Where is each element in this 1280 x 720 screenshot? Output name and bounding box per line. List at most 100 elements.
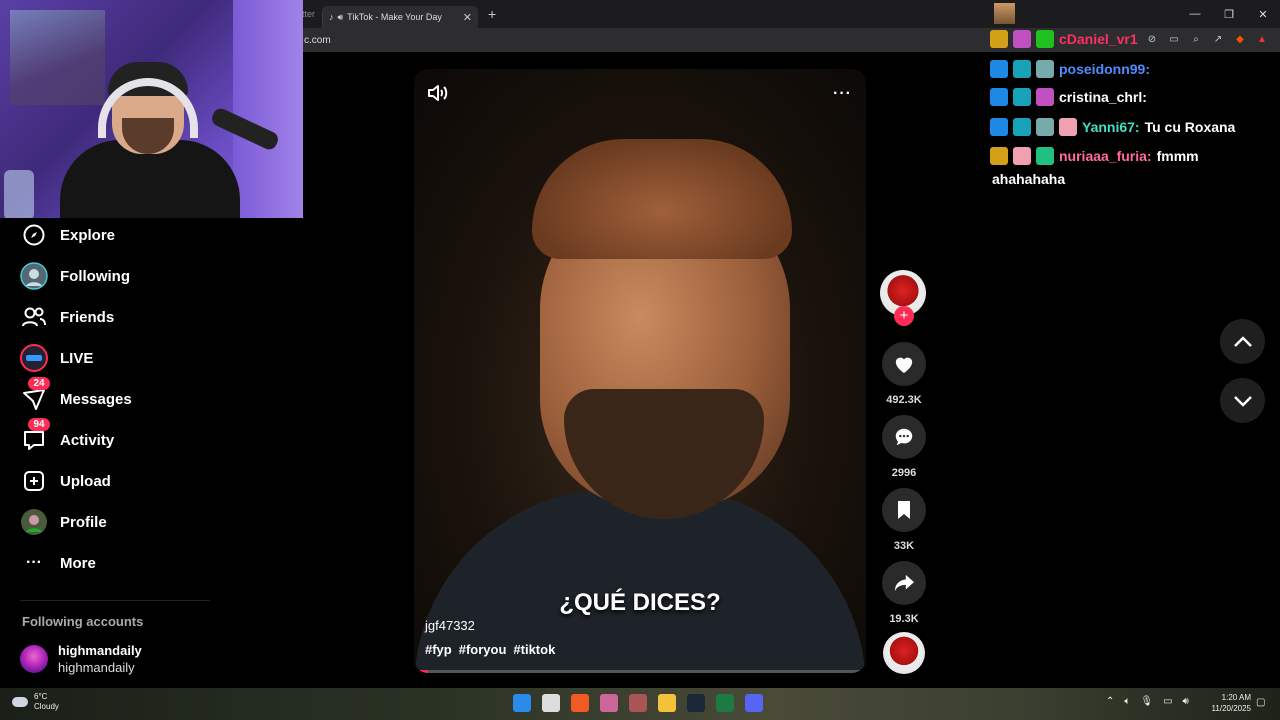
sidebar-item-messages[interactable]: 24 Messages	[20, 377, 132, 414]
user-badge-icon	[1036, 88, 1054, 106]
video-progress-bar[interactable]	[414, 670, 866, 673]
brave-shield-icon[interactable]: ◆	[1233, 32, 1247, 46]
no-tracking-icon[interactable]: ⊘	[1145, 32, 1159, 46]
url-text[interactable]: c.com	[304, 35, 331, 46]
share-icon	[894, 574, 914, 592]
windows-start-icon[interactable]	[513, 694, 531, 712]
tiktok-tab-icon: ♪	[329, 12, 334, 22]
sidebar-item-label: Profile	[60, 513, 107, 531]
sidebar-item-label: Messages	[60, 390, 132, 408]
clock[interactable]: 1:20 AM 11/20/2025	[1207, 692, 1251, 714]
chat-message: nuriaaa_furia: fmmm	[990, 147, 1199, 165]
speaker-icon[interactable]: 🔊︎	[1183, 696, 1189, 707]
video-author[interactable]: jgf47332	[425, 618, 475, 633]
tab-bar: itter ♪ 🔊︎ TikTok - Make Your Day ✕ + — …	[300, 0, 1280, 28]
sidebar-item-activity[interactable]: 94 Activity	[20, 418, 115, 455]
weather-temp: 6°C	[34, 692, 48, 701]
app-icon[interactable]	[629, 694, 647, 712]
sidebar-item-friends[interactable]: Friends	[20, 302, 114, 332]
avatar-icon	[20, 508, 48, 536]
user-badge-icon	[1013, 147, 1031, 165]
close-window-icon[interactable]: ✕	[1246, 0, 1280, 28]
brave-rewards-icon[interactable]: ▲	[1255, 32, 1269, 46]
follow-button[interactable]: +	[894, 306, 914, 326]
sidebar-item-explore[interactable]: Explore	[20, 220, 115, 250]
sidebar-item-more[interactable]: ··· More	[20, 548, 96, 578]
hashtag-link[interactable]: #tiktok	[513, 642, 555, 657]
hammer-badge-icon	[990, 60, 1008, 78]
audio-tab-icon[interactable]: 🔊︎	[338, 12, 344, 23]
chat-username: poseidonn99:	[1059, 61, 1151, 77]
account-username: highmandaily	[58, 643, 142, 658]
file-explorer-icon[interactable]	[658, 694, 676, 712]
bg-badge-icon	[1013, 118, 1031, 136]
sidebar-item-following[interactable]: Following	[20, 261, 130, 291]
messages-badge: 24	[28, 377, 50, 390]
minimize-icon[interactable]: —	[1178, 0, 1212, 28]
next-video-button[interactable]	[1220, 378, 1265, 423]
brave-browser-icon[interactable]	[571, 694, 589, 712]
sidebar-item-label: Activity	[60, 431, 115, 449]
steam-icon[interactable]	[687, 694, 705, 712]
sidebar-item-live[interactable]: LIVE	[20, 343, 93, 373]
save-button[interactable]	[882, 488, 926, 532]
heart-icon	[895, 357, 913, 374]
chat-text: fmmm	[1156, 148, 1199, 164]
video-progress-fill	[414, 670, 428, 673]
zoom-icon[interactable]: ⌕	[1189, 32, 1203, 46]
previous-video-button[interactable]	[1220, 319, 1265, 364]
excel-icon[interactable]	[716, 694, 734, 712]
bg-badge-icon	[1013, 88, 1031, 106]
account-name: highmandaily	[58, 660, 135, 675]
weather-widget[interactable]: 6°C Cloudy	[12, 692, 59, 712]
restore-icon[interactable]: ❐	[1212, 0, 1246, 28]
screen: itter ♪ 🔊︎ TikTok - Make Your Day ✕ + — …	[0, 0, 1280, 720]
microphone-icon[interactable]: 🎙︎	[1140, 696, 1153, 707]
notification-icon[interactable]: ▢	[1256, 697, 1265, 708]
save-action: 33K	[881, 488, 927, 552]
reader-icon[interactable]: ▭	[1167, 32, 1181, 46]
gift-badge-icon	[1036, 30, 1054, 48]
task-view-icon[interactable]	[542, 694, 560, 712]
share-button[interactable]	[882, 561, 926, 605]
tab-partial[interactable]: itter	[300, 0, 322, 28]
video-player[interactable]: ··· ¿QUÉ DICES? jgf47332 #fyp #foryou #t…	[414, 69, 866, 673]
avatar-icon	[20, 262, 48, 290]
users-icon	[20, 303, 48, 331]
discord-icon[interactable]	[745, 694, 763, 712]
following-account-item[interactable]: highmandaily highmandaily	[20, 642, 142, 676]
gift-badge-icon	[1036, 147, 1054, 165]
volume-icon[interactable]	[426, 81, 450, 105]
comment-button[interactable]	[882, 415, 926, 459]
chat-webcam-thumb	[994, 3, 1015, 24]
webcam-overlay	[0, 0, 303, 218]
paper-plane-icon: 24	[20, 377, 50, 413]
compass-icon	[20, 221, 48, 249]
sound-disc[interactable]	[883, 632, 925, 674]
share-icon[interactable]: ↗	[1211, 32, 1225, 46]
sidebar-item-upload[interactable]: Upload	[20, 466, 111, 496]
weather-desc: Cloudy	[34, 702, 59, 711]
user-badge-icon	[1036, 118, 1054, 136]
hashtag-link[interactable]: #fyp	[425, 642, 452, 657]
crown-badge-icon	[990, 30, 1008, 48]
video-hashtags: #fyp #foryou #tiktok	[425, 642, 555, 657]
more-options-icon[interactable]: ···	[833, 85, 852, 103]
plus-square-icon	[20, 467, 48, 495]
sidebar-item-label: Explore	[60, 226, 116, 244]
tab-tiktok[interactable]: ♪ 🔊︎ TikTok - Make Your Day ✕	[322, 6, 478, 28]
app-icon[interactable]	[600, 694, 618, 712]
user-badge-icon	[1013, 30, 1031, 48]
chevron-up-icon[interactable]: ⌃	[1106, 696, 1114, 707]
tab-close-icon[interactable]: ✕	[463, 11, 472, 24]
hammer-badge-icon	[990, 118, 1008, 136]
cloud-icon	[12, 697, 28, 707]
new-tab-icon[interactable]: +	[488, 6, 496, 22]
volume-tray-icon[interactable]: 🔈︎	[1124, 696, 1130, 707]
chat-text: ahahahaha	[992, 171, 1066, 187]
sidebar-item-profile[interactable]: Profile	[20, 507, 107, 537]
network-icon[interactable]: ▭	[1163, 696, 1172, 707]
hashtag-link[interactable]: #foryou	[459, 642, 507, 657]
clock-time: 1:20 AM	[1221, 693, 1251, 702]
like-button[interactable]	[882, 342, 926, 386]
